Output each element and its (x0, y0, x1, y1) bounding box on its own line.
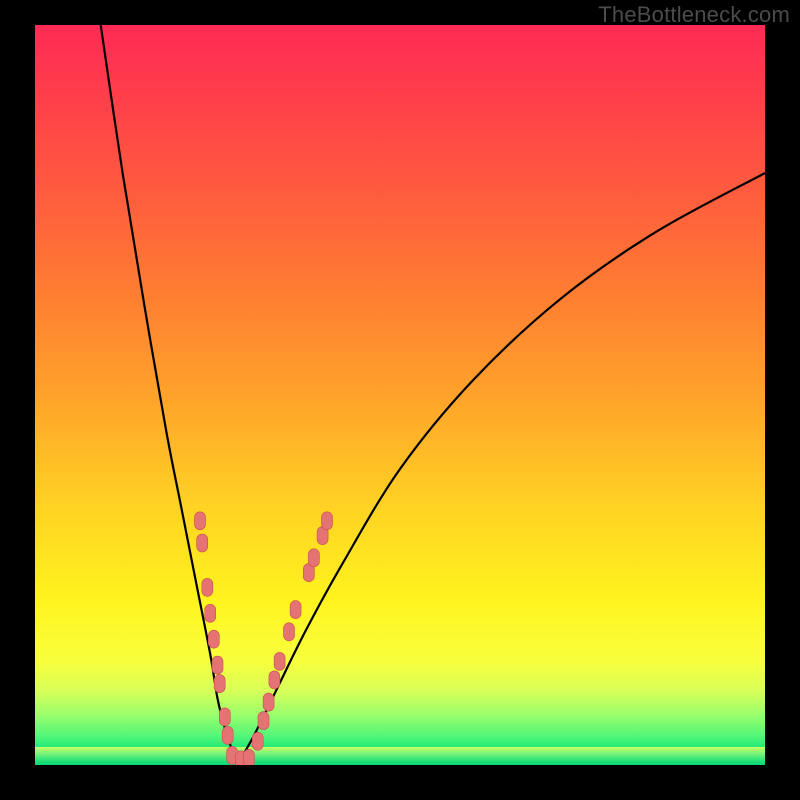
data-marker (212, 656, 223, 674)
data-marker (205, 604, 216, 622)
data-marker (284, 623, 295, 641)
watermark-label: TheBottleneck.com (598, 2, 790, 28)
marker-layer (35, 25, 765, 765)
data-marker (195, 512, 206, 530)
data-marker (243, 749, 254, 765)
data-marker (252, 732, 263, 750)
data-marker (258, 712, 269, 730)
data-marker (263, 693, 274, 711)
data-marker (219, 708, 230, 726)
data-marker (322, 512, 333, 530)
chart-stage: TheBottleneck.com (0, 0, 800, 800)
data-marker (308, 549, 319, 567)
data-marker (290, 601, 301, 619)
marker-group (195, 512, 333, 765)
data-marker (274, 652, 285, 670)
data-marker (208, 630, 219, 648)
data-marker (214, 675, 225, 693)
data-marker (222, 726, 233, 744)
data-marker (197, 534, 208, 552)
data-marker (202, 578, 213, 596)
data-marker (269, 671, 280, 689)
